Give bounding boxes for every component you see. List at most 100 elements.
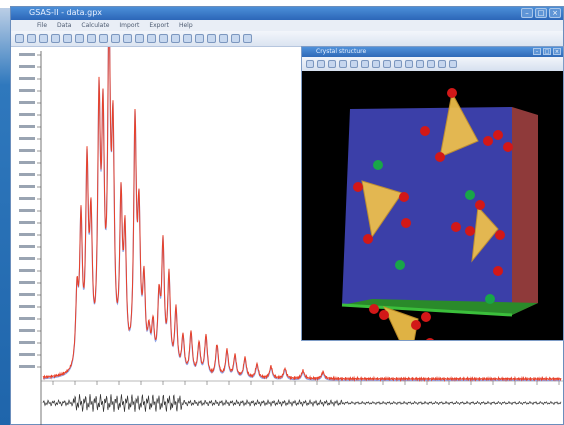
unit-cell-icon[interactable] bbox=[372, 60, 380, 68]
y-tick-label bbox=[19, 365, 35, 368]
zoom-out-icon[interactable] bbox=[135, 34, 144, 43]
window-controls: – □ × bbox=[521, 8, 561, 18]
y-tick-label bbox=[19, 101, 35, 104]
viewer-close-button[interactable]: × bbox=[553, 48, 561, 55]
snapshot-icon[interactable] bbox=[427, 60, 435, 68]
oxygen-atom bbox=[465, 226, 475, 236]
translate-icon[interactable] bbox=[317, 60, 325, 68]
print-icon[interactable] bbox=[51, 34, 60, 43]
undo-icon[interactable] bbox=[87, 34, 96, 43]
y-tick-label bbox=[19, 281, 35, 284]
oxygen-atom bbox=[435, 152, 445, 162]
unit-cell-side-face bbox=[512, 107, 538, 315]
pointer-icon[interactable] bbox=[171, 34, 180, 43]
menu-calculate[interactable]: Calculate bbox=[81, 22, 109, 29]
close-button[interactable]: × bbox=[549, 8, 561, 18]
redo-icon[interactable] bbox=[99, 34, 108, 43]
oxygen-atom bbox=[353, 182, 363, 192]
color-icon[interactable] bbox=[394, 60, 402, 68]
y-tick-label bbox=[19, 317, 35, 320]
menu-file[interactable]: File bbox=[37, 22, 47, 29]
y-tick-label bbox=[19, 197, 35, 200]
peak-icon[interactable] bbox=[183, 34, 192, 43]
oxygen-atom bbox=[401, 218, 411, 228]
y-tick-label bbox=[19, 269, 35, 272]
cation-atom bbox=[373, 160, 383, 170]
y-tick-label bbox=[19, 221, 35, 224]
y-tick-label bbox=[19, 257, 35, 260]
menu-export[interactable]: Export bbox=[149, 22, 169, 29]
settings-icon[interactable] bbox=[207, 34, 216, 43]
options-icon[interactable] bbox=[449, 60, 457, 68]
oxygen-atom bbox=[363, 234, 373, 244]
y-tick-label bbox=[19, 305, 35, 308]
oxygen-atom bbox=[369, 304, 379, 314]
menu-data[interactable]: Data bbox=[57, 22, 71, 29]
oxygen-atom bbox=[379, 310, 389, 320]
open-icon[interactable] bbox=[27, 34, 36, 43]
viewer-title: Crystal structure bbox=[316, 48, 367, 55]
y-tick-label bbox=[19, 245, 35, 248]
rotate-icon[interactable] bbox=[306, 60, 314, 68]
y-tick-label bbox=[19, 353, 35, 356]
crystal-structure-canvas[interactable] bbox=[302, 71, 563, 340]
zoom-icon[interactable] bbox=[328, 60, 336, 68]
y-tick-label bbox=[19, 65, 35, 68]
refine-icon[interactable] bbox=[111, 34, 120, 43]
minimize-button[interactable]: – bbox=[521, 8, 533, 18]
oxygen-atom bbox=[447, 88, 457, 98]
labels-icon[interactable] bbox=[383, 60, 391, 68]
oxygen-atom bbox=[493, 130, 503, 140]
home-icon[interactable] bbox=[159, 34, 168, 43]
y-tick-label bbox=[19, 209, 35, 212]
structure-viewer-window: Crystal structure – □ × bbox=[301, 46, 564, 341]
viewer-toolbar bbox=[302, 57, 563, 72]
animation-icon[interactable] bbox=[438, 60, 446, 68]
paste-icon[interactable] bbox=[75, 34, 84, 43]
menu-import[interactable]: Import bbox=[119, 22, 139, 29]
oxygen-atom bbox=[451, 222, 461, 232]
y-tick-label bbox=[19, 149, 35, 152]
export-icon[interactable] bbox=[231, 34, 240, 43]
y-tick-label bbox=[19, 293, 35, 296]
oxygen-atom bbox=[483, 136, 493, 146]
oxygen-atom bbox=[421, 312, 431, 322]
y-tick-label bbox=[19, 185, 35, 188]
viewer-minimize-button[interactable]: – bbox=[533, 48, 541, 55]
y-tick-label bbox=[19, 341, 35, 344]
oxygen-atom bbox=[503, 142, 513, 152]
background-icon[interactable] bbox=[195, 34, 204, 43]
y-axis-ticks bbox=[19, 53, 41, 368]
lighting-icon[interactable] bbox=[405, 60, 413, 68]
measure-icon[interactable] bbox=[416, 60, 424, 68]
new-icon[interactable] bbox=[15, 34, 24, 43]
viewer-title-bar[interactable]: Crystal structure – □ × bbox=[302, 47, 563, 57]
y-tick-label bbox=[19, 77, 35, 80]
cation-atom bbox=[465, 190, 475, 200]
y-tick-label bbox=[19, 233, 35, 236]
viewer-window-controls: – □ × bbox=[533, 48, 561, 55]
maximize-button[interactable]: □ bbox=[535, 8, 547, 18]
oxygen-atom bbox=[475, 200, 485, 210]
help-icon[interactable] bbox=[243, 34, 252, 43]
oxygen-atom bbox=[420, 126, 430, 136]
y-tick-label bbox=[19, 89, 35, 92]
viewer-maximize-button[interactable]: □ bbox=[543, 48, 551, 55]
polyhedra-icon[interactable] bbox=[361, 60, 369, 68]
title-bar[interactable]: GSAS-II - data.gpx – □ × bbox=[11, 7, 563, 20]
y-tick-label bbox=[19, 125, 35, 128]
y-tick-label bbox=[19, 113, 35, 116]
difference-curve bbox=[42, 394, 562, 412]
zoom-in-icon[interactable] bbox=[123, 34, 132, 43]
save-icon[interactable] bbox=[39, 34, 48, 43]
ball-stick-icon[interactable] bbox=[350, 60, 358, 68]
cation-atom bbox=[485, 294, 495, 304]
pan-icon[interactable] bbox=[147, 34, 156, 43]
copy-icon[interactable] bbox=[63, 34, 72, 43]
oxygen-atom bbox=[411, 320, 421, 330]
menu-help[interactable]: Help bbox=[179, 22, 193, 29]
y-tick-label bbox=[19, 137, 35, 140]
reset-view-icon[interactable] bbox=[339, 60, 347, 68]
grid-icon[interactable] bbox=[219, 34, 228, 43]
y-tick-label bbox=[19, 173, 35, 176]
